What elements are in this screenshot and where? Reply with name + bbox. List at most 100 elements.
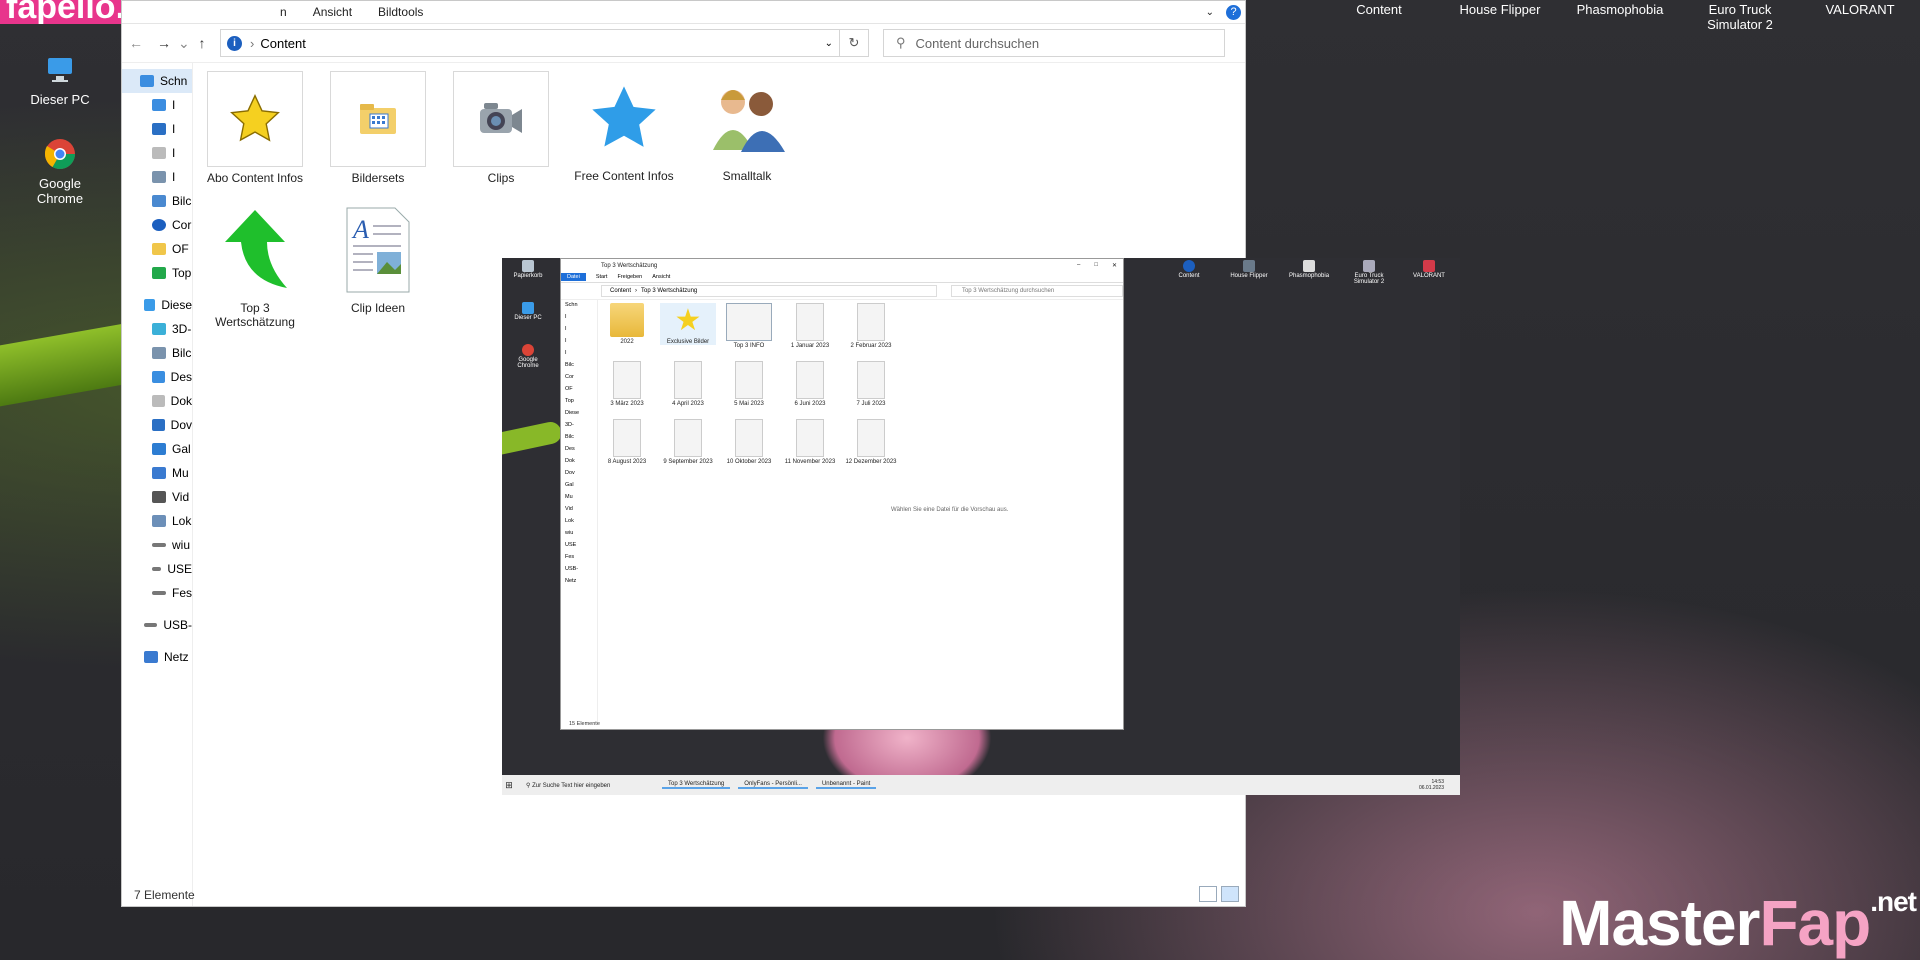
nav-item-this-pc[interactable]: Diese (122, 293, 192, 317)
mini-file-top-3-info[interactable]: Top 3 INFO (721, 303, 777, 349)
mini-nav-item[interactable]: Netz (561, 575, 597, 587)
mini-nav-item[interactable]: Lok (561, 515, 597, 527)
mini-task-browser[interactable]: OnlyFans - Persönli... (738, 781, 808, 789)
file-clip-ideen[interactable]: A Clip Ideen (328, 203, 428, 315)
tab-bildtools[interactable]: Bildtools (378, 5, 423, 19)
tab-partial[interactable]: n (280, 5, 287, 19)
tab-ansicht[interactable]: Ansicht (313, 5, 352, 19)
mini-app-house-flipper[interactable]: House Flipper (1229, 260, 1269, 279)
mini-desktop-icon-chrome[interactable]: Google Chrome (508, 344, 548, 369)
mini-file[interactable]: 7 Juli 2023 (843, 361, 899, 407)
mini-file-exclusive-bilder[interactable]: ★ Exclusive Bilder (660, 303, 716, 345)
forward-arrow-icon[interactable]: → (150, 35, 178, 51)
nav-item[interactable]: Gal (122, 437, 192, 461)
mini-nav-item[interactable]: Gal (561, 479, 597, 491)
close-icon[interactable]: ✕ (1112, 262, 1117, 269)
back-arrow-icon[interactable]: ← (122, 35, 150, 51)
mini-file[interactable]: 9 September 2023 (660, 419, 716, 465)
mini-nav-item[interactable]: I (561, 323, 597, 335)
chevron-down-icon[interactable]: ⌄ (178, 35, 190, 52)
mini-nav-item[interactable]: Mu (561, 491, 597, 503)
address-dropdown-icon[interactable]: ⌄ (825, 38, 833, 49)
app-label-house-flipper[interactable]: House Flipper (1452, 2, 1548, 17)
mini-file[interactable]: 11 November 2023 (782, 419, 838, 465)
nav-item-schnellzugriff[interactable]: Schn (122, 69, 192, 93)
file-smalltalk[interactable]: Smalltalk (697, 71, 797, 183)
mini-desktop-icon-recycle[interactable]: Papierkorb (508, 260, 548, 279)
nav-item[interactable]: OF (122, 237, 192, 261)
mini-tab-start[interactable]: Start (596, 274, 608, 280)
mini-nav-item[interactable]: wiu (561, 527, 597, 539)
app-label-euro-truck[interactable]: Euro Truck Simulator 2 (1680, 2, 1800, 32)
app-label-content[interactable]: Content (1342, 2, 1416, 17)
mini-tab-datei[interactable]: Datei (561, 273, 586, 281)
desktop-icon-this-pc[interactable]: Dieser PC (15, 52, 105, 107)
mini-file[interactable]: 4 April 2023 (660, 361, 716, 407)
mini-nav-item[interactable]: Vid (561, 503, 597, 515)
file-clips[interactable]: Clips (451, 71, 551, 185)
mini-tab-ansicht[interactable]: Ansicht (652, 274, 670, 280)
address-bar[interactable]: i › Content ⌄ (220, 29, 840, 57)
nav-item[interactable]: Fes (122, 581, 192, 605)
nav-item[interactable]: Mu (122, 461, 192, 485)
mini-nav-item[interactable]: Dok (561, 455, 597, 467)
nav-item[interactable]: wiu (122, 533, 192, 557)
mini-nav-item[interactable]: Top (561, 395, 597, 407)
nav-item[interactable]: Des (122, 365, 192, 389)
mini-file[interactable]: 2 Februar 2023 (843, 303, 899, 349)
nav-item[interactable]: USE (122, 557, 192, 581)
mini-task-explorer[interactable]: Top 3 Wertschätzung (662, 781, 731, 789)
mini-nav-item[interactable]: USE (561, 539, 597, 551)
nav-item[interactable]: Bilc (122, 341, 192, 365)
windows-start-icon[interactable]: ⊞ (502, 780, 516, 791)
refresh-icon[interactable]: ↻ (840, 29, 869, 57)
mini-nav-item[interactable]: Des (561, 443, 597, 455)
mini-nav-item[interactable]: Cor (561, 371, 597, 383)
mini-nav-item[interactable]: I (561, 335, 597, 347)
mini-nav-item[interactable]: Schn (561, 299, 597, 311)
nav-item[interactable]: Lok (122, 509, 192, 533)
help-icon[interactable]: ? (1226, 4, 1241, 20)
nav-item-usb[interactable]: USB- (122, 613, 192, 637)
mini-file[interactable]: 12 Dezember 2023 (843, 419, 899, 465)
mini-search-input[interactable]: Top 3 Wertschätzung durchsuchen (950, 285, 1123, 297)
mini-file[interactable]: 1 Januar 2023 (782, 303, 838, 349)
mini-nav-item[interactable]: I (561, 347, 597, 359)
nav-item[interactable]: I (122, 93, 192, 117)
search-input[interactable]: ⚲ Content durchsuchen (883, 29, 1225, 57)
mini-app-phasmophobia[interactable]: Phasmophobia (1289, 260, 1329, 279)
mini-file[interactable]: 6 Juni 2023 (782, 361, 838, 407)
nav-item[interactable]: I (122, 165, 192, 189)
mini-file[interactable]: 3 März 2023 (599, 361, 655, 407)
file-top-3-wertschaetzung[interactable]: Top 3 Wertschätzung (205, 203, 305, 329)
nav-item[interactable]: Vid (122, 485, 192, 509)
mini-nav-item[interactable]: Bilc (561, 359, 597, 371)
mini-nav-item[interactable]: Fes (561, 551, 597, 563)
mini-app-content[interactable]: Content (1169, 260, 1209, 279)
mini-nav-item[interactable]: OF (561, 383, 597, 395)
nav-item[interactable]: Top (122, 261, 192, 285)
mini-taskbar-search[interactable]: ⚲ Zur Suche Text hier eingeben (516, 782, 654, 789)
maximize-icon[interactable]: □ (1094, 262, 1098, 269)
nav-item[interactable]: Dov (122, 413, 192, 437)
mini-desktop-icon-this-pc[interactable]: Dieser PC (508, 302, 548, 321)
nav-item[interactable]: I (122, 117, 192, 141)
mini-file[interactable]: 5 Mai 2023 (721, 361, 777, 407)
breadcrumb-current[interactable]: Content (260, 36, 306, 51)
mini-file[interactable]: 8 August 2023 (599, 419, 655, 465)
up-arrow-icon[interactable]: ↑ (188, 35, 216, 51)
nav-item[interactable]: 3D- (122, 317, 192, 341)
mini-nav-item[interactable]: Diese (561, 407, 597, 419)
mini-task-paint[interactable]: Unbenannt - Paint (815, 781, 877, 789)
file-bildersets[interactable]: Bildersets (328, 71, 428, 185)
mini-nav-item[interactable]: 3D- (561, 419, 597, 431)
desktop-icon-chrome[interactable]: Google Chrome (15, 136, 105, 206)
mini-nav-item[interactable]: I (561, 311, 597, 323)
app-label-valorant[interactable]: VALORANT (1812, 2, 1908, 17)
mini-clock[interactable]: 14:53 06.01.2023 (1419, 779, 1444, 791)
nav-item[interactable]: Dok (122, 389, 192, 413)
nav-item[interactable]: Bilc (122, 189, 192, 213)
details-view-icon[interactable] (1199, 886, 1217, 902)
mini-nav-item[interactable]: Dov (561, 467, 597, 479)
file-abo-content-infos[interactable]: Abo Content Infos (205, 71, 305, 185)
